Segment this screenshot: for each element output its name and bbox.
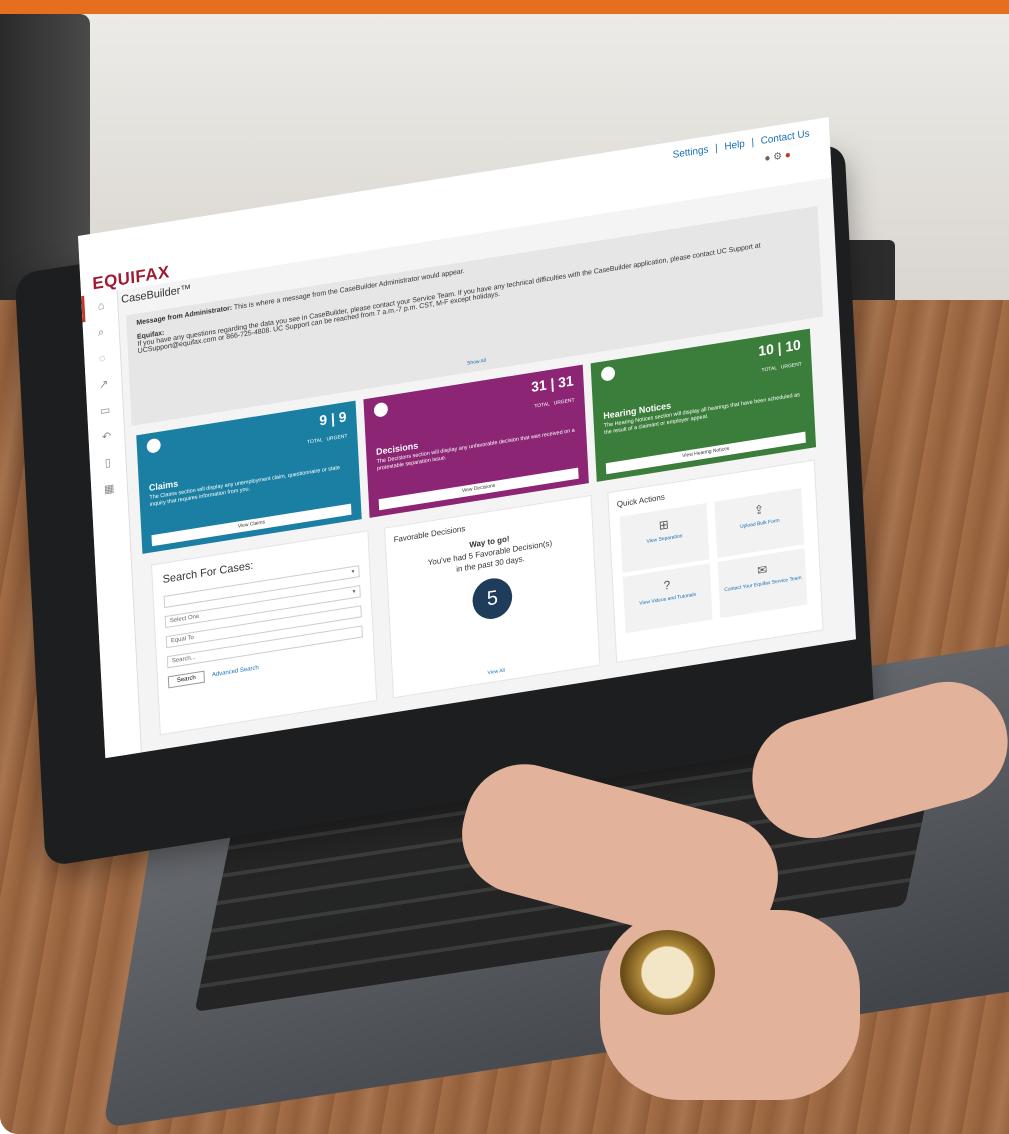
select-one-value: Select One <box>169 613 200 625</box>
search-panel: Search For Cases: ▾ Select One ▾ Equal To… <box>150 530 378 736</box>
upload-icon: ⇪ <box>753 502 765 518</box>
claims-card: 9 | 9 TOTAL URGENT Claims The Claims sec… <box>136 400 362 554</box>
help-link[interactable]: Help <box>724 139 745 153</box>
settings-link[interactable]: Settings <box>672 144 708 161</box>
hands <box>448 668 1009 1100</box>
favorable-decisions-panel: Favorable Decisions Way to go! You've ha… <box>384 494 601 699</box>
decisions-counts: 31 | 31 TOTAL URGENT <box>530 372 575 410</box>
quick-actions-panel: Quick Actions ⊞ View Separation ⇪ Upload B… <box>607 459 824 664</box>
show-all-link[interactable]: Show All <box>467 358 486 367</box>
user-avatar-icon[interactable]: ● <box>785 149 792 161</box>
favorable-count: 5 <box>471 575 514 622</box>
hearing-counts: 10 | 10 TOTAL URGENT <box>757 336 802 374</box>
search-placeholder: Search... <box>171 654 196 665</box>
question-icon: ? <box>663 577 671 593</box>
gear-icon[interactable]: ⚙ <box>773 151 782 163</box>
decisions-urgent: 31 <box>557 372 574 391</box>
quick-action-label: Upload Bulk Form <box>739 517 780 531</box>
plus-box-icon: ⊞ <box>658 517 670 533</box>
advanced-search-link[interactable]: Advanced Search <box>212 665 259 678</box>
claims-counts: 9 | 9 TOTAL URGENT <box>307 408 348 446</box>
search-button[interactable]: Search <box>167 670 205 689</box>
contact-us-link[interactable]: Contact Us <box>760 128 809 147</box>
wristwatch <box>620 930 715 1015</box>
grid-icon[interactable]: ▦ <box>91 473 128 505</box>
hearing-icon <box>600 365 616 382</box>
chevron-down-icon: ▾ <box>352 588 356 596</box>
urgent-label: URGENT <box>780 361 802 371</box>
quick-action-videos-tutorials[interactable]: ? View Videos and Tutorials <box>622 563 713 634</box>
total-label: TOTAL <box>307 437 323 446</box>
urgent-label: URGENT <box>553 397 575 407</box>
claims-urgent: 9 <box>338 408 347 426</box>
separator: | <box>751 137 755 149</box>
quick-action-label: View Separation <box>646 533 683 545</box>
notification-icon[interactable]: ● <box>764 153 771 165</box>
hearing-urgent: 10 <box>784 336 802 355</box>
equal-to-value: Equal To <box>170 634 195 645</box>
hearing-total: 10 <box>757 340 775 360</box>
chevron-down-icon: ▾ <box>351 568 355 576</box>
claims-total: 9 <box>318 411 328 429</box>
right-hand <box>738 668 1009 852</box>
decisions-icon <box>373 401 389 418</box>
message-title: Message from Administrator: <box>136 304 233 327</box>
photo: EQUIFAX Settings | Help | Contact Us ● ⚙… <box>0 0 1009 1134</box>
header-icons: ● ⚙ ● <box>764 149 791 164</box>
hearing-notices-card: 10 | 10 TOTAL URGENT Hearing Notices The… <box>590 328 817 482</box>
quick-action-upload-bulk-form[interactable]: ⇪ Upload Bulk Form <box>714 487 805 558</box>
total-label: TOTAL <box>761 365 778 374</box>
total-label: TOTAL <box>534 401 551 410</box>
quick-action-contact-service-team[interactable]: ✉ Contact Your Equifax Service Team <box>717 548 808 619</box>
accent-bar <box>0 0 1009 14</box>
decisions-card: 31 | 31 TOTAL URGENT Decisions The Decis… <box>363 364 589 518</box>
claims-icon <box>146 437 162 454</box>
separator: | <box>714 142 719 155</box>
quick-action-view-separation[interactable]: ⊞ View Separation <box>619 502 710 573</box>
urgent-label: URGENT <box>326 433 348 443</box>
decisions-total: 31 <box>530 376 548 395</box>
